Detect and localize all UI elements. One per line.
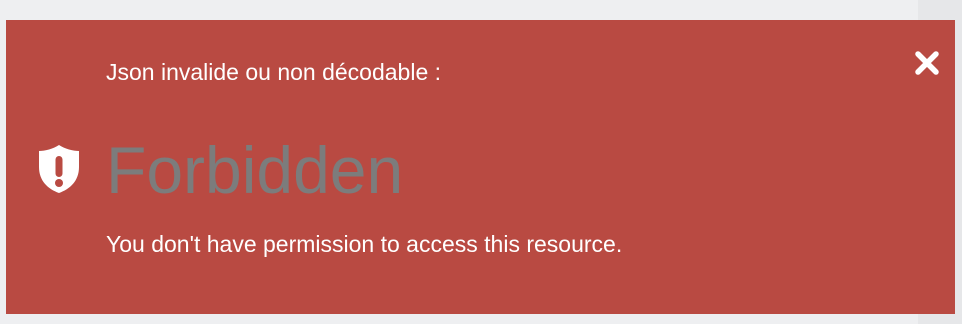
shield-exclamation-icon — [39, 145, 79, 193]
error-alert: Json invalide ou non décodable : Forbidd… — [6, 20, 955, 314]
error-message: You don't have permission to access this… — [106, 231, 623, 257]
alert-heading: Json invalide ou non décodable : — [106, 59, 442, 85]
error-title: Forbidden — [106, 133, 404, 207]
close-button[interactable] — [910, 46, 944, 80]
close-icon — [915, 51, 939, 75]
